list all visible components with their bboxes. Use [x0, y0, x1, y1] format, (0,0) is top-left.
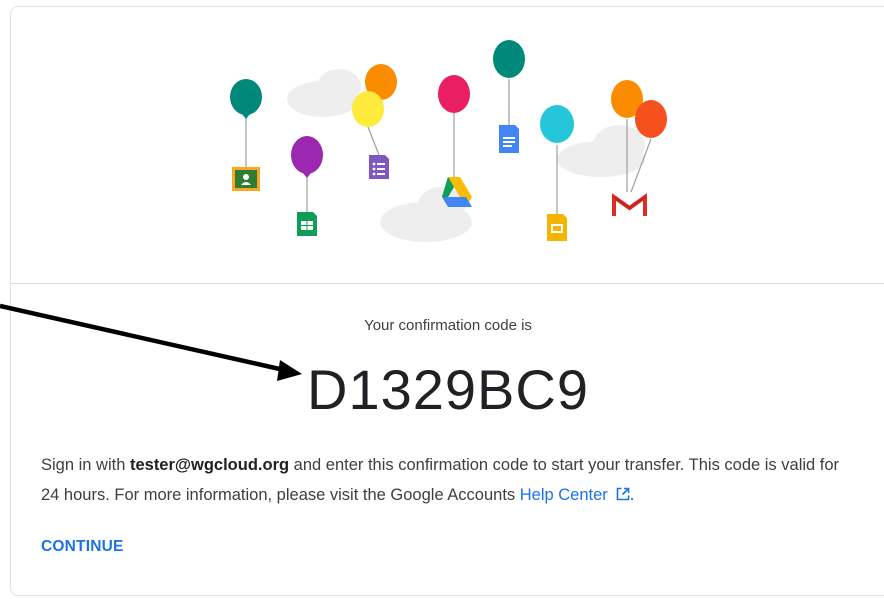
account-email: tester@wgcloud.org	[129, 456, 290, 474]
external-link-icon	[616, 487, 630, 501]
balloon-pink	[438, 75, 470, 113]
instructions-suffix: .	[629, 486, 635, 504]
balloon-cyan	[540, 105, 574, 143]
balloon-yellow	[352, 91, 384, 127]
drive-icon	[442, 177, 472, 207]
balloons-illustration	[11, 7, 884, 284]
docs-icon	[499, 125, 519, 153]
continue-button[interactable]: CONTINUE	[41, 538, 124, 556]
cloud-shape	[380, 187, 472, 242]
balloon-red	[635, 100, 667, 138]
classroom-icon	[232, 167, 260, 191]
gmail-icon	[612, 193, 647, 216]
instructions-text: Sign in with tester@wgcloud.org and ente…	[41, 450, 851, 510]
balloon-dark-teal	[493, 40, 525, 78]
help-center-link[interactable]: Help Center	[520, 486, 630, 504]
forms-icon	[369, 155, 389, 179]
balloon-purple	[291, 136, 323, 178]
balloon-teal	[230, 79, 262, 119]
help-center-link-label: Help Center	[519, 486, 608, 504]
confirmation-code-label: Your confirmation code is	[364, 317, 532, 334]
transfer-confirmation-card: Your confirmation code is D1329BC9 Sign …	[10, 6, 884, 596]
instructions-prefix: Sign in with	[41, 456, 130, 474]
slides-icon	[547, 214, 567, 241]
sheets-icon	[297, 212, 317, 236]
cloud-shape	[287, 69, 361, 117]
confirmation-code: D1329BC9	[307, 358, 589, 421]
balloons-svg	[230, 40, 667, 242]
